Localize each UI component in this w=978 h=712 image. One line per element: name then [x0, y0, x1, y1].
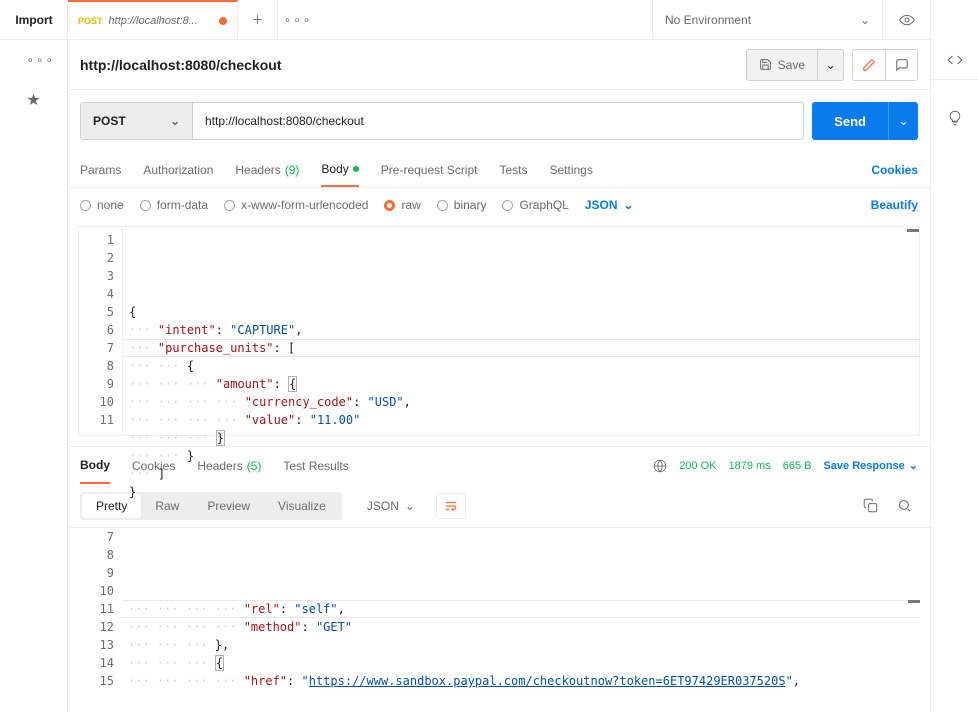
raw-format-selector[interactable]: JSON⌄ [585, 198, 634, 212]
radio-icon [140, 200, 151, 211]
code-icon [947, 52, 963, 68]
chevron-down-icon: ⌄ [624, 198, 634, 212]
more-horizontal-icon: ∘∘∘ [26, 53, 55, 67]
line-gutter: 1234567891011 [79, 227, 123, 435]
body-type-selector: none form-data x-www-form-urlencoded raw… [68, 188, 930, 226]
edit-button[interactable] [853, 50, 885, 80]
code-snippet-button[interactable] [931, 40, 978, 80]
request-tab[interactable]: POST http://localhost:8... [68, 0, 238, 39]
tab-authorization[interactable]: Authorization [143, 152, 213, 187]
tab-body[interactable]: Body [321, 152, 358, 187]
tab-settings[interactable]: Settings [550, 152, 593, 187]
request-title: http://localhost:8080/checkout [80, 57, 281, 73]
right-sidebar [930, 0, 978, 712]
chevron-down-icon: ⌄ [860, 13, 870, 27]
response-body-editor[interactable]: 789101112131415 ··· ··· ··· ··· "rel": "… [78, 528, 920, 692]
body-type-none[interactable]: none [80, 198, 124, 212]
environment-selector[interactable]: No Environment ⌄ [652, 0, 882, 39]
headers-count: (9) [285, 163, 300, 177]
code-area[interactable]: {··· "intent": "CAPTURE",··· "purchase_u… [123, 227, 919, 435]
scroll-marker [907, 229, 919, 232]
url-row: POST ⌄ http://localhost:8080/checkout Se… [68, 90, 930, 152]
tab-title: http://localhost:8... [109, 15, 213, 27]
request-body-editor[interactable]: 1234567891011 {··· "intent": "CAPTURE",·… [78, 226, 920, 436]
request-section-tabs: Params Authorization Headers (9) Body Pr… [68, 152, 930, 188]
body-type-raw[interactable]: raw [384, 198, 420, 212]
save-button[interactable]: Save [747, 50, 817, 80]
favorites-button[interactable]: ★ [0, 80, 67, 120]
tab-bar: POST http://localhost:8... ＋ ∘∘∘ No Envi… [68, 0, 930, 40]
method-selector[interactable]: POST ⌄ [80, 102, 192, 140]
body-type-binary[interactable]: binary [437, 198, 487, 212]
eye-icon [899, 12, 915, 28]
save-icon [759, 58, 772, 71]
tab-options-button[interactable]: ∘∘∘ [278, 0, 318, 39]
unsaved-indicator-icon [219, 17, 227, 25]
new-tab-button[interactable]: ＋ [238, 0, 278, 39]
save-options-button[interactable]: ⌄ [817, 50, 843, 80]
chevron-down-icon: ⌄ [170, 114, 180, 128]
radio-icon [437, 200, 448, 211]
request-title-row: http://localhost:8080/checkout Save ⌄ [68, 40, 930, 90]
radio-icon [224, 200, 235, 211]
tab-prerequest[interactable]: Pre-request Script [381, 152, 478, 187]
radio-icon [502, 200, 513, 211]
left-sidebar: Import ∘∘∘ ★ [0, 0, 68, 712]
body-type-graphql[interactable]: GraphQL [502, 198, 568, 212]
tab-headers[interactable]: Headers (9) [235, 152, 299, 187]
tab-params[interactable]: Params [80, 152, 121, 187]
body-indicator-icon [353, 166, 359, 172]
url-input[interactable]: http://localhost:8080/checkout [192, 102, 804, 140]
save-button-group: Save ⌄ [746, 49, 844, 81]
body-type-xwww[interactable]: x-www-form-urlencoded [224, 198, 368, 212]
response-line-gutter: 789101112131415 [78, 528, 122, 692]
radio-icon [80, 200, 91, 211]
tab-tests[interactable]: Tests [499, 152, 527, 187]
chevron-down-icon: ⌄ [898, 114, 908, 128]
tab-method-label: POST [78, 16, 103, 26]
response-code-area[interactable]: ··· ··· ··· ··· "rel": "self",··· ··· ··… [122, 528, 920, 692]
send-button-group: Send ⌄ [812, 102, 918, 140]
environment-preview-button[interactable] [882, 0, 930, 39]
send-button[interactable]: Send [812, 102, 888, 140]
info-button[interactable] [931, 102, 978, 134]
body-type-formdata[interactable]: form-data [140, 198, 208, 212]
import-button[interactable]: Import [0, 0, 68, 40]
method-value: POST [93, 114, 126, 128]
collection-options[interactable]: ∘∘∘ [0, 40, 67, 80]
title-actions [852, 49, 918, 81]
beautify-button[interactable]: Beautify [871, 198, 918, 212]
response-tab-body[interactable]: Body [80, 447, 110, 484]
chevron-down-icon: ⌄ [825, 58, 835, 72]
pencil-icon [862, 58, 876, 72]
environment-label: No Environment [665, 13, 751, 27]
save-label: Save [778, 58, 805, 72]
cookies-link[interactable]: Cookies [871, 163, 918, 177]
star-icon: ★ [26, 90, 40, 110]
lightbulb-icon [947, 110, 963, 126]
comment-icon [895, 58, 909, 72]
plus-icon: ＋ [251, 11, 263, 28]
send-options-button[interactable]: ⌄ [888, 102, 918, 140]
radio-checked-icon [384, 200, 395, 211]
comment-button[interactable] [885, 50, 917, 80]
more-horizontal-icon: ∘∘∘ [284, 13, 313, 27]
